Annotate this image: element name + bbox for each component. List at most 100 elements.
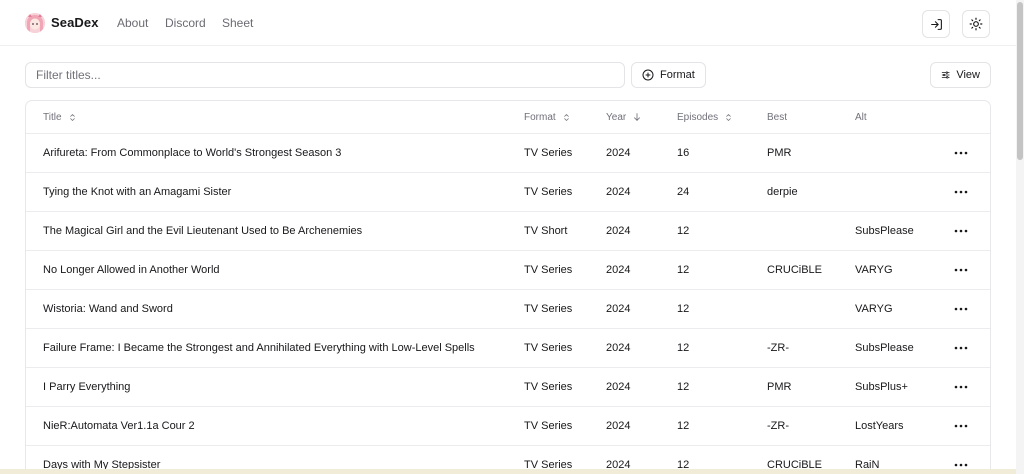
- year-cell: 2024: [606, 186, 631, 198]
- table-row[interactable]: NieR:Automata Ver1.1a Cour 2 TV Series 202…: [26, 407, 990, 446]
- anime-girl-avatar-icon[interactable]: [25, 13, 45, 33]
- login-button[interactable]: [922, 10, 950, 38]
- brand-name[interactable]: SeaDex: [51, 15, 99, 30]
- view-options-button[interactable]: View: [930, 62, 991, 88]
- alt-cell: SubsPlease: [855, 225, 914, 237]
- view-options-label: View: [956, 69, 980, 81]
- more-horizontal-icon: [954, 151, 968, 155]
- format-filter-label: Format: [660, 69, 695, 81]
- row-actions-button[interactable]: [954, 134, 968, 172]
- row-actions-button[interactable]: [954, 407, 968, 445]
- format-cell: TV Series: [524, 420, 573, 432]
- title-cell: Failure Frame: I Became the Strongest an…: [43, 342, 475, 354]
- alt-cell: VARYG: [855, 264, 893, 276]
- row-actions-button[interactable]: [954, 212, 968, 250]
- row-actions-button[interactable]: [954, 329, 968, 367]
- alt-column-header: Alt: [855, 101, 867, 133]
- table-header-row: Title Format Year Episodes Best Alt: [26, 101, 990, 134]
- title-cell: No Longer Allowed in Another World: [43, 264, 220, 276]
- episodes-column-header[interactable]: Episodes: [677, 101, 733, 133]
- title-cell: Wistoria: Wand and Sword: [43, 303, 173, 315]
- table-row[interactable]: The Magical Girl and the Evil Lieutenant…: [26, 212, 990, 251]
- more-horizontal-icon: [954, 346, 968, 350]
- episodes-cell: 12: [677, 225, 690, 237]
- episodes-cell: 12: [677, 420, 690, 432]
- sort-descending-icon: [634, 113, 641, 121]
- format-cell: TV Series: [524, 381, 573, 393]
- best-column-header: Best: [767, 101, 787, 133]
- more-horizontal-icon: [954, 463, 968, 467]
- bottom-strip: [0, 469, 1016, 474]
- alt-cell: LostYears: [855, 420, 904, 432]
- alt-cell: VARYG: [855, 303, 893, 315]
- year-cell: 2024: [606, 225, 631, 237]
- episodes-cell: 12: [677, 342, 690, 354]
- nav-about-link[interactable]: About: [117, 16, 148, 30]
- format-cell: TV Series: [524, 303, 573, 315]
- episodes-cell: 12: [677, 303, 690, 315]
- app-header: SeaDex About Discord Sheet: [0, 0, 1016, 46]
- year-cell: 2024: [606, 381, 631, 393]
- title-cell: NieR:Automata Ver1.1a Cour 2: [43, 420, 195, 432]
- more-horizontal-icon: [954, 229, 968, 233]
- alt-cell: SubsPlus+: [855, 381, 908, 393]
- nav-discord-link[interactable]: Discord: [165, 16, 206, 30]
- row-actions-button[interactable]: [954, 368, 968, 406]
- table-row[interactable]: Failure Frame: I Became the Strongest an…: [26, 329, 990, 368]
- more-horizontal-icon: [954, 190, 968, 194]
- episodes-header-label: Episodes: [677, 111, 719, 123]
- year-cell: 2024: [606, 264, 631, 276]
- year-header-label: Year: [606, 111, 627, 123]
- title-header-label: Title: [43, 111, 62, 123]
- format-header-label: Format: [524, 111, 556, 123]
- year-cell: 2024: [606, 147, 631, 159]
- sort-updown-icon: [563, 113, 569, 121]
- best-cell: CRUCiBLE: [767, 264, 823, 276]
- episodes-cell: 16: [677, 147, 690, 159]
- table-row[interactable]: Tying the Knot with an Amagami Sister TV …: [26, 173, 990, 212]
- filter-titles-input[interactable]: [25, 62, 625, 88]
- sort-updown-icon: [726, 113, 731, 121]
- row-actions-button[interactable]: [954, 251, 968, 289]
- login-icon: [930, 18, 942, 30]
- format-cell: TV Series: [524, 342, 573, 354]
- more-horizontal-icon: [954, 385, 968, 389]
- title-cell: Tying the Knot with an Amagami Sister: [43, 186, 232, 198]
- format-cell: TV Series: [524, 147, 573, 159]
- title-cell: The Magical Girl and the Evil Lieutenant…: [43, 225, 363, 237]
- format-cell: TV Short: [524, 225, 568, 237]
- best-cell: -ZR-: [767, 342, 789, 354]
- year-cell: 2024: [606, 303, 631, 315]
- title-column-header[interactable]: Title: [43, 101, 77, 133]
- titles-table: Title Format Year Episodes Best Alt Arif…: [25, 100, 991, 474]
- table-row[interactable]: No Longer Allowed in Another World TV Ser…: [26, 251, 990, 290]
- table-row[interactable]: Wistoria: Wand and Sword TV Series 2024 12 V…: [26, 290, 990, 329]
- best-cell: PMR: [767, 381, 792, 393]
- episodes-cell: 12: [677, 264, 690, 276]
- best-header-label: Best: [767, 111, 788, 123]
- alt-cell: SubsPlease: [855, 342, 914, 354]
- title-cell: I Parry Everything: [43, 381, 131, 393]
- year-cell: 2024: [606, 420, 631, 432]
- episodes-cell: 24: [677, 186, 690, 198]
- row-actions-button[interactable]: [954, 290, 968, 328]
- more-horizontal-icon: [954, 424, 968, 428]
- table-row[interactable]: I Parry Everything TV Series 2024 12 PMR Subs…: [26, 368, 990, 407]
- alt-header-label: Alt: [855, 111, 867, 123]
- sun-icon: [969, 17, 983, 31]
- theme-toggle-button[interactable]: [962, 10, 990, 38]
- more-horizontal-icon: [954, 268, 968, 272]
- format-column-header[interactable]: Format: [524, 101, 571, 133]
- year-column-header[interactable]: Year: [606, 101, 642, 133]
- plus-circle-icon: [642, 69, 654, 81]
- episodes-cell: 12: [677, 381, 690, 393]
- row-actions-button[interactable]: [954, 173, 968, 211]
- sort-updown-icon: [69, 113, 75, 121]
- sliders-icon: [941, 71, 950, 79]
- table-row[interactable]: Arifureta: From Commonplace to World's S…: [26, 134, 990, 173]
- more-horizontal-icon: [954, 307, 968, 311]
- page-scrollbar-thumb[interactable]: [1017, 2, 1023, 160]
- nav-sheet-link[interactable]: Sheet: [222, 16, 253, 30]
- title-cell: Arifureta: From Commonplace to World's S…: [43, 147, 342, 159]
- format-filter-button[interactable]: Format: [631, 62, 706, 88]
